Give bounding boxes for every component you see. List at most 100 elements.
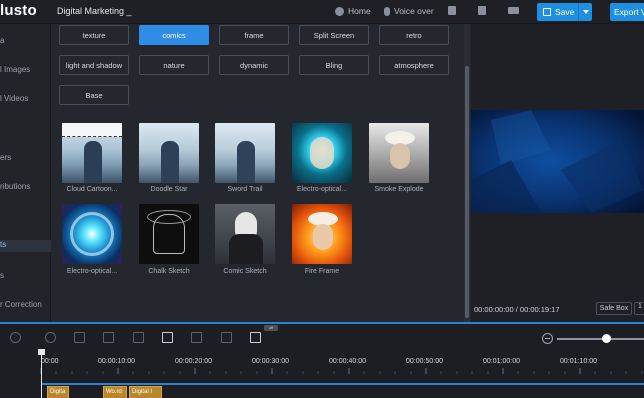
- voice-over-label: Voice over: [394, 6, 434, 16]
- tag-texture[interactable]: texture: [59, 25, 129, 45]
- total-time: 00:00:19:17: [519, 305, 560, 314]
- sidebar-item-stock-images[interactable]: l Images: [0, 65, 51, 77]
- video-preview[interactable]: [471, 110, 644, 213]
- sidebar-item-transitions[interactable]: s: [0, 271, 51, 283]
- person-figure: [161, 141, 179, 183]
- freeze-frame-icon[interactable]: [162, 332, 173, 343]
- ruler-tick-label: 00:01:00:00: [483, 358, 520, 365]
- timeline-ruler[interactable]: 00:00 00:00:10:00 00:00:20:00 00:00:30:0…: [0, 350, 644, 374]
- timeline: off 00:00 00:00:10:00 00:00:20:00 00:00:…: [0, 322, 644, 398]
- timeline-clip[interactable]: Digital I: [129, 386, 162, 398]
- top-header: lusto Digital Marketing _ Home Voice ove…: [0, 0, 644, 24]
- effect-label: Cloud Cartoon...: [66, 186, 118, 193]
- effect-thumb-cloud-cartoon[interactable]: [62, 123, 122, 183]
- keyboard-shortcuts-button[interactable]: [508, 6, 519, 14]
- effect-label: Electro-optical...: [296, 186, 348, 193]
- tag-frame[interactable]: frame: [219, 25, 289, 45]
- tag-split-screen[interactable]: Split Screen: [299, 25, 369, 45]
- effect-thumb-comic-sketch[interactable]: [215, 204, 275, 264]
- face-figure: [313, 224, 333, 250]
- effects-scrollbar-thumb[interactable]: [465, 66, 469, 318]
- effect-thumb-sword-trail[interactable]: [215, 123, 275, 183]
- effect-label: Chalk Sketch: [148, 268, 190, 275]
- sidebar-item-media[interactable]: a: [0, 36, 51, 48]
- split-icon[interactable]: [74, 332, 85, 343]
- effect-thumb-doodle-star[interactable]: [139, 123, 199, 183]
- zoom-slider-knob[interactable]: [602, 334, 611, 343]
- document-settings-icon: [448, 6, 456, 15]
- person-figure: [84, 141, 102, 183]
- body-figure: [229, 234, 263, 264]
- tag-comics[interactable]: comics: [139, 25, 209, 45]
- ruler-ticks: [40, 368, 643, 374]
- sidebar-item-color-correction[interactable]: r Correction: [0, 300, 51, 312]
- face-figure: [310, 137, 334, 169]
- settings-button[interactable]: [448, 6, 456, 15]
- home-icon: [335, 6, 344, 16]
- effect-thumb-electro-optical[interactable]: [292, 123, 352, 183]
- crop-icon[interactable]: [103, 332, 114, 343]
- effect-label: Fire Frame: [304, 268, 340, 275]
- ruler-tick-label: 00:00:20:00: [175, 358, 212, 365]
- project-title[interactable]: Digital Marketing _: [57, 6, 132, 16]
- sidebar-item-effects[interactable]: ts: [0, 240, 51, 252]
- sidebar-item-attributions[interactable]: ributions: [0, 182, 51, 194]
- time-readout: 00:00:00:00 / 00:00:19:17: [474, 305, 560, 314]
- aspect-ratio-button[interactable]: 1: [634, 302, 644, 315]
- zoom-slider-track[interactable]: [557, 338, 644, 340]
- preview-canvas: [471, 110, 644, 213]
- ruler-tick-label: 00:00:50:00: [406, 358, 443, 365]
- video-editor-app: lusto Digital Marketing _ Home Voice ove…: [0, 0, 644, 398]
- face-figure: [390, 143, 410, 169]
- cloud-doodle: [62, 123, 122, 137]
- swirl-ring: [70, 212, 114, 256]
- playhead[interactable]: [38, 349, 45, 398]
- timeline-toolbar: off: [0, 324, 644, 350]
- person-figure: [237, 141, 255, 183]
- save-button[interactable]: Save: [537, 3, 592, 21]
- save-dropdown-icon[interactable]: [578, 3, 592, 21]
- ruler-tick-label: 00:00:10:00: [98, 358, 135, 365]
- time-separator: /: [515, 305, 518, 314]
- save-icon: [543, 8, 551, 16]
- keyboard-icon: [508, 7, 519, 14]
- effect-thumb-smoke-explode[interactable]: [369, 123, 429, 183]
- sidebar-item-stickers[interactable]: ers: [0, 153, 51, 165]
- track-indicator: [41, 383, 644, 385]
- voice-over-button[interactable]: Voice over: [384, 6, 434, 16]
- tag-bling[interactable]: Bling: [299, 55, 369, 75]
- screenshot-icon[interactable]: [191, 332, 202, 343]
- ruler-tick-label: 00:00:40:00: [329, 358, 366, 365]
- tag-nature[interactable]: nature: [139, 55, 209, 75]
- effect-thumb-electro-optical-2[interactable]: [62, 204, 122, 264]
- timeline-clip[interactable]: Digita: [47, 386, 69, 398]
- clipboard-button[interactable]: [478, 6, 486, 15]
- tool-badge: off: [264, 325, 278, 331]
- tag-light-and-shadow[interactable]: light and shadow: [59, 55, 129, 75]
- effect-label: Smoke Explode: [374, 186, 424, 193]
- export-button[interactable]: Export V: [610, 3, 644, 21]
- sidebar-item-stock-videos[interactable]: l Videos: [0, 94, 51, 106]
- app-logo[interactable]: lusto: [0, 2, 37, 19]
- tag-dynamic[interactable]: dynamic: [219, 55, 289, 75]
- effect-thumb-chalk-sketch[interactable]: [139, 204, 199, 264]
- tag-retro[interactable]: retro: [379, 25, 449, 45]
- hat-outline: [147, 210, 191, 224]
- home-button[interactable]: Home: [335, 6, 371, 16]
- adjust-icon[interactable]: [221, 332, 232, 343]
- cut-icon[interactable]: [45, 332, 56, 343]
- timeline-clip[interactable]: Wo.rd: [103, 386, 127, 398]
- microphone-icon: [384, 6, 390, 16]
- ruler-tick-label: 00:00:30:00: [252, 358, 289, 365]
- tag-atmosphere[interactable]: atmosphere: [379, 55, 449, 75]
- tag-base[interactable]: Base: [59, 85, 129, 105]
- left-sidebar: a l Images l Videos ers ributions ts s r…: [0, 24, 51, 322]
- effect-label: Doodle Star: [150, 186, 188, 193]
- replace-icon[interactable]: [250, 332, 261, 343]
- zoom-out-icon[interactable]: [542, 333, 553, 344]
- clipboard-icon: [478, 6, 486, 15]
- undo-icon[interactable]: [10, 332, 21, 343]
- effect-thumb-fire-frame[interactable]: [292, 204, 352, 264]
- delete-icon[interactable]: [133, 332, 144, 343]
- safe-box-button[interactable]: Safe Box: [596, 302, 632, 315]
